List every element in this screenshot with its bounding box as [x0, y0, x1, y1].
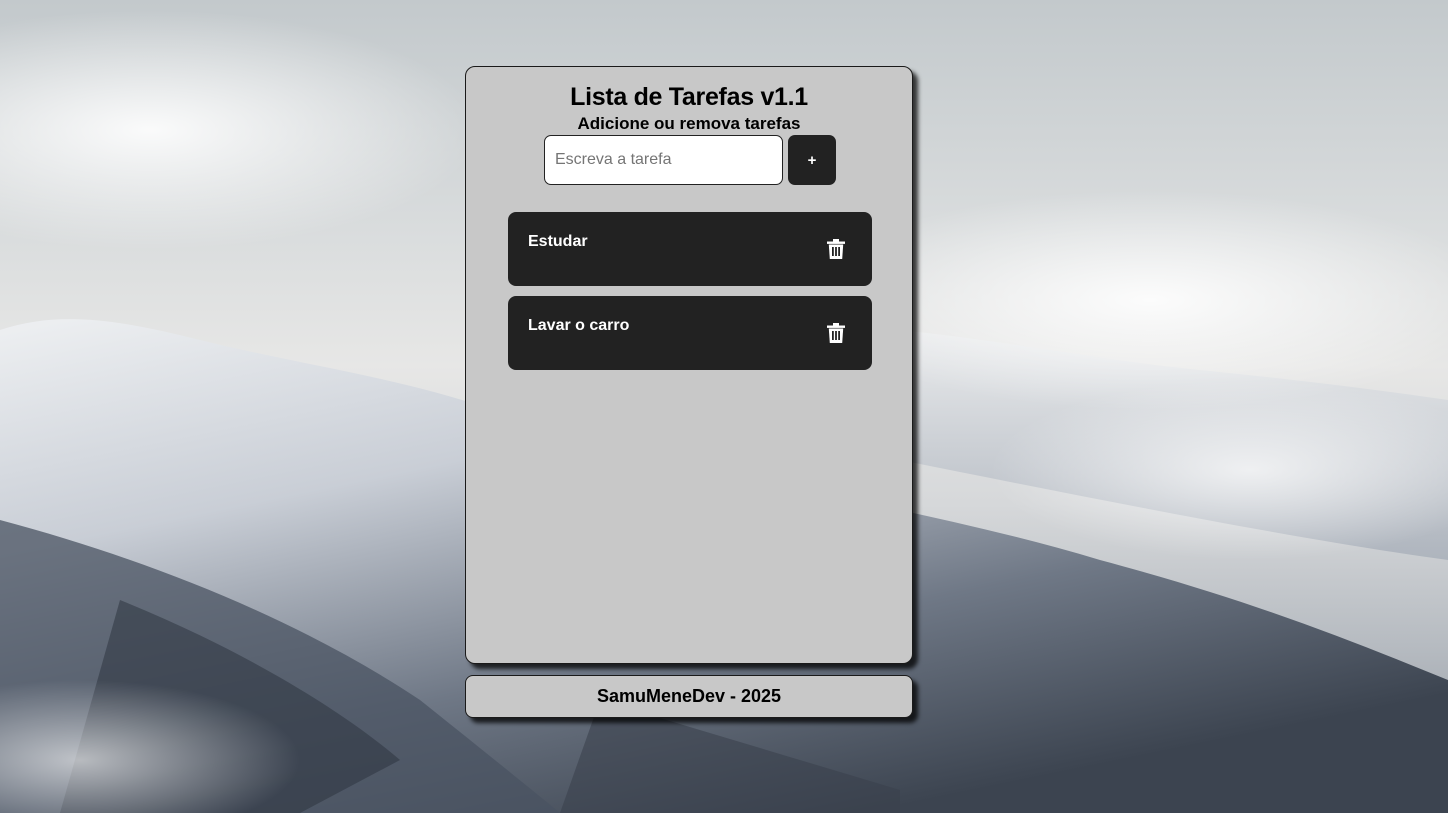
delete-task-button[interactable] — [822, 236, 850, 262]
task-list: Estudar Lavar o carro — [508, 212, 872, 380]
add-task-button[interactable]: + — [788, 135, 836, 185]
trash-icon — [827, 239, 845, 259]
task-label: Estudar — [528, 233, 588, 250]
task-label: Lavar o carro — [528, 317, 630, 334]
task-item: Lavar o carro — [508, 296, 872, 370]
todo-card: Lista de Tarefas v1.1 Adicione ou remova… — [465, 66, 913, 664]
trash-icon — [827, 323, 845, 343]
footer-credit: SamuMeneDev - 2025 — [465, 675, 913, 718]
task-input[interactable] — [544, 135, 783, 185]
page-title: Lista de Tarefas v1.1 — [570, 83, 808, 111]
delete-task-button[interactable] — [822, 320, 850, 346]
page-subtitle: Adicione ou remova tarefas — [577, 114, 801, 133]
task-item: Estudar — [508, 212, 872, 286]
